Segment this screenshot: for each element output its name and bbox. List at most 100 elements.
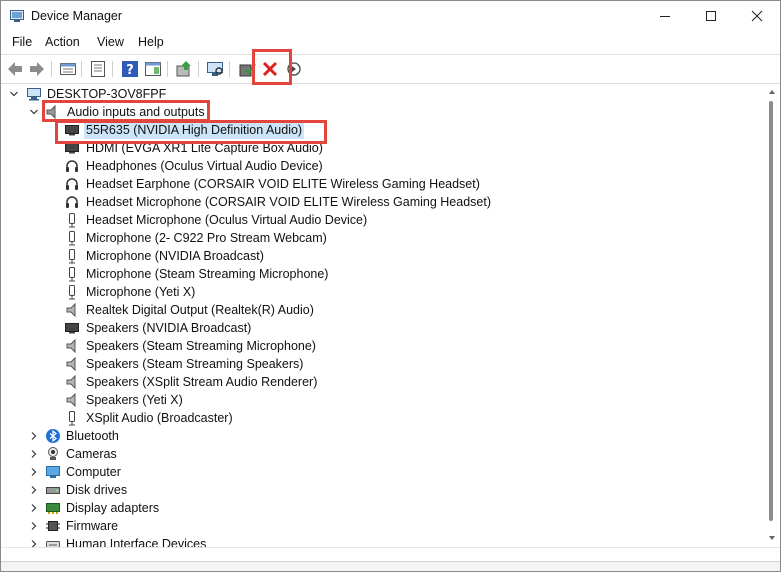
- minimize-button[interactable]: [642, 1, 688, 32]
- microphone-icon: [69, 231, 75, 246]
- headphones-icon: [66, 160, 78, 172]
- category-row[interactable]: Bluetooth: [2, 427, 764, 445]
- microphone-icon: [69, 267, 75, 282]
- menu-action[interactable]: Action: [45, 35, 80, 49]
- uninstall-highlight-box: [252, 49, 292, 85]
- device-row[interactable]: Headset Earphone (CORSAIR VOID ELITE Wir…: [2, 175, 764, 193]
- category-label: Disk drives: [66, 483, 128, 497]
- device-row[interactable]: Microphone (NVIDIA Broadcast): [2, 247, 764, 265]
- category-highlight-box: [42, 100, 210, 122]
- device-label: Headset Microphone (CORSAIR VOID ELITE W…: [86, 195, 491, 209]
- chevron-right-icon[interactable]: [29, 449, 39, 459]
- maximize-button[interactable]: [688, 1, 734, 32]
- category-row[interactable]: Display adapters: [2, 499, 764, 517]
- menu-file[interactable]: File: [12, 35, 32, 49]
- device-row[interactable]: Headset Microphone (Oculus Virtual Audio…: [2, 211, 764, 229]
- minimize-icon: [660, 16, 670, 17]
- toolbar-separator: [229, 61, 230, 77]
- scan-hardware-icon[interactable]: [205, 59, 225, 79]
- console-tree-icon[interactable]: [88, 59, 108, 79]
- device-row[interactable]: Speakers (Yeti X): [2, 391, 764, 409]
- scrollbar-thumb[interactable]: [769, 101, 773, 521]
- speaker-icon: [66, 356, 76, 372]
- chevron-right-icon[interactable]: [29, 539, 39, 547]
- device-manager-icon: [10, 10, 24, 22]
- close-icon: [751, 10, 763, 22]
- device-row[interactable]: Headset Microphone (CORSAIR VOID ELITE W…: [2, 193, 764, 211]
- category-row[interactable]: Human Interface Devices: [2, 535, 764, 547]
- action-pane-icon[interactable]: [143, 59, 163, 79]
- category-row[interactable]: Computer: [2, 463, 764, 481]
- device-label: Headset Earphone (CORSAIR VOID ELITE Wir…: [86, 177, 480, 191]
- category-row[interactable]: Cameras: [2, 445, 764, 463]
- speaker-icon: [66, 338, 76, 354]
- device-tree[interactable]: DESKTOP-3OV8FPF Audio inputs and outputs…: [2, 85, 764, 547]
- bluetooth-icon: [46, 429, 60, 443]
- forward-icon[interactable]: [27, 59, 47, 79]
- svg-text:?: ?: [126, 63, 134, 78]
- device-label: Speakers (Steam Streaming Microphone): [86, 339, 316, 353]
- device-row[interactable]: Speakers (Steam Streaming Microphone): [2, 337, 764, 355]
- device-label: Headphones (Oculus Virtual Audio Device): [86, 159, 323, 173]
- speaker-icon: [66, 392, 76, 408]
- toolbar-separator: [81, 61, 82, 77]
- device-row[interactable]: Microphone (2- C922 Pro Stream Webcam): [2, 229, 764, 247]
- menu-help[interactable]: Help: [138, 35, 164, 49]
- category-label: Cameras: [66, 447, 117, 461]
- chevron-right-icon[interactable]: [29, 431, 39, 441]
- chevron-right-icon[interactable]: [29, 521, 39, 531]
- display-adapter-icon: [46, 503, 60, 514]
- speaker-icon: [66, 374, 76, 390]
- chevron-right-icon[interactable]: [29, 503, 39, 513]
- device-label: Realtek Digital Output (Realtek(R) Audio…: [86, 303, 314, 317]
- scroll-down-icon[interactable]: [768, 535, 776, 541]
- device-row[interactable]: Microphone (Steam Streaming Microphone): [2, 265, 764, 283]
- microphone-icon: [69, 285, 75, 300]
- device-highlight-box: [55, 120, 327, 144]
- back-icon[interactable]: [5, 59, 25, 79]
- device-row[interactable]: Speakers (Steam Streaming Speakers): [2, 355, 764, 373]
- chevron-down-icon[interactable]: [9, 89, 19, 99]
- menu-bar: File Action View Help: [1, 33, 780, 53]
- menu-view[interactable]: View: [97, 35, 124, 49]
- device-manager-window: Device Manager File Action View Help ? D…: [0, 0, 781, 572]
- device-label: Headset Microphone (Oculus Virtual Audio…: [86, 213, 368, 227]
- headphones-icon: [66, 178, 78, 190]
- speaker-icon: [66, 302, 76, 318]
- category-label: Computer: [66, 465, 121, 479]
- monitor-icon: [65, 323, 79, 334]
- microphone-icon: [69, 213, 75, 228]
- chevron-down-icon[interactable]: [29, 107, 39, 117]
- device-label: Speakers (Steam Streaming Speakers): [86, 357, 304, 371]
- device-row[interactable]: Speakers (NVIDIA Broadcast): [2, 319, 764, 337]
- help-icon[interactable]: ?: [120, 59, 140, 79]
- computer-icon: [46, 466, 60, 478]
- toolbar-separator: [112, 61, 113, 77]
- update-driver-icon[interactable]: [174, 59, 194, 79]
- device-row[interactable]: Headphones (Oculus Virtual Audio Device): [2, 157, 764, 175]
- vertical-scrollbar[interactable]: [765, 85, 780, 547]
- chevron-right-icon[interactable]: [29, 485, 39, 495]
- category-label: Human Interface Devices: [66, 537, 207, 547]
- toolbar-separator: [198, 61, 199, 77]
- disk-drive-icon: [46, 487, 60, 494]
- properties-grid-icon[interactable]: [58, 59, 78, 79]
- category-label: Bluetooth: [66, 429, 119, 443]
- headphones-icon: [66, 196, 78, 208]
- chevron-right-icon[interactable]: [29, 467, 39, 477]
- close-button[interactable]: [734, 1, 780, 32]
- category-row[interactable]: Firmware: [2, 517, 764, 535]
- category-row[interactable]: Disk drives: [2, 481, 764, 499]
- maximize-icon: [706, 11, 716, 21]
- toolbar: ?: [1, 54, 780, 84]
- device-row[interactable]: Speakers (XSplit Stream Audio Renderer): [2, 373, 764, 391]
- device-row[interactable]: Realtek Digital Output (Realtek(R) Audio…: [2, 301, 764, 319]
- status-bar: [1, 561, 780, 571]
- title-bar[interactable]: Device Manager: [1, 1, 780, 32]
- device-row[interactable]: Microphone (Yeti X): [2, 283, 764, 301]
- device-label: Microphone (NVIDIA Broadcast): [86, 249, 264, 263]
- scroll-up-icon[interactable]: [768, 89, 776, 95]
- horizontal-scrollbar[interactable]: [1, 547, 780, 562]
- category-label: Firmware: [66, 519, 119, 533]
- device-row[interactable]: XSplit Audio (Broadcaster): [2, 409, 764, 427]
